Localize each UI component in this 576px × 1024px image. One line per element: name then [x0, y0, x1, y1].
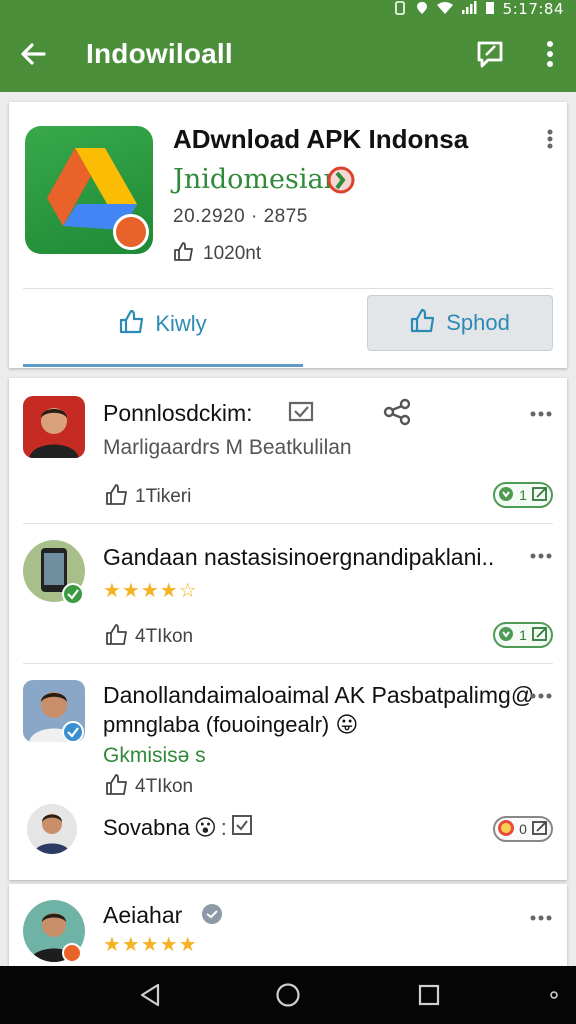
sphod-button[interactable]: Sphod: [367, 295, 553, 351]
reviewer-name: Danollandaimaloaimal AK Pasbatpalimg@: [103, 682, 535, 708]
vibrate-icon: [393, 0, 407, 18]
thumbs-up-icon: [410, 307, 436, 339]
developer-badge-icon: [325, 164, 357, 201]
sphod-button-label: Sphod: [446, 310, 510, 335]
nav-extra-icon[interactable]: [548, 982, 560, 1008]
edit-icon: [531, 485, 549, 506]
app-title: ADwnload APK Indonsa: [173, 124, 469, 154]
avatar[interactable]: [27, 804, 77, 854]
app-overflow-icon[interactable]: [545, 128, 555, 150]
app-info-card: ADwnload APK Indonsa Jnidomesian 20.2920…: [9, 102, 567, 368]
reviewer-name: Sovabna: [103, 814, 190, 840]
helpful-tag-count: 0: [519, 821, 527, 837]
chat-icon: [497, 485, 515, 506]
list-item: Ponnlosdckim: Marligaardrs M Beatkulilan…: [9, 378, 567, 523]
verified-badge-icon: [61, 720, 85, 749]
thumbs-up-icon: [105, 482, 129, 512]
thumbs-up-icon: [105, 772, 129, 802]
review-overflow-icon[interactable]: [529, 688, 553, 699]
overflow-menu-icon[interactable]: [540, 38, 560, 70]
chat-icon: [497, 625, 515, 646]
reviewer-name: Gandaan nastasisinoergnandipaklani..: [103, 544, 495, 570]
review-overflow-icon[interactable]: [529, 406, 553, 417]
nav-recents-icon[interactable]: [416, 982, 442, 1008]
thumbs-up-icon: [105, 622, 129, 652]
review-likes[interactable]: 1Tikeri: [105, 482, 191, 512]
app-developer[interactable]: Jnidomesian: [173, 164, 341, 195]
helpful-tag[interactable]: 1: [493, 622, 553, 648]
star-rating: ★★★★☆: [103, 580, 198, 602]
app-likes-count: 1020nt: [203, 243, 262, 264]
nav-back-icon[interactable]: [138, 982, 164, 1008]
reviews-list: Ponnlosdckim: Marligaardrs M Beatkulilan…: [9, 378, 567, 880]
page-title: Indowiloall: [86, 38, 233, 69]
reaction-emoji: 😮: [193, 814, 217, 840]
review-overflow-icon[interactable]: [529, 910, 553, 921]
verified-badge-icon: [61, 942, 83, 969]
list-item: Gandaan nastasisinoergnandipaklani.. ★★★…: [9, 524, 567, 662]
edit-icon: [531, 819, 549, 840]
review-text: pmnglaba (fouoingealr) 😛: [103, 712, 359, 737]
avatar[interactable]: [23, 396, 85, 458]
checkbox-icon[interactable]: [231, 814, 253, 841]
emoji-icon: [497, 819, 515, 840]
chat-bubble-icon: [199, 902, 225, 933]
helpful-tag-count: 1: [519, 627, 527, 643]
list-item: Aeiahar ★★★★★: [9, 884, 567, 974]
battery-icon: [485, 1, 495, 18]
share-icon[interactable]: [383, 398, 413, 431]
verified-badge-icon: [61, 582, 85, 611]
kiwly-button-label: Kiwly: [155, 311, 207, 336]
app-icon[interactable]: [25, 126, 153, 254]
separator-icon: :: [220, 814, 227, 840]
status-time: 5:17:84: [502, 0, 564, 18]
nav-home-icon[interactable]: [275, 982, 301, 1008]
wifi-icon: [436, 1, 453, 18]
reply-header: Sovabna 😮 :: [103, 814, 253, 841]
signal-icon: [461, 0, 477, 18]
review-likes[interactable]: 4TIkon: [105, 622, 193, 652]
app-bar: Indowiloall: [0, 18, 576, 92]
divider: [23, 288, 553, 289]
reviewer-name: Ponnlosdckim:: [103, 400, 253, 426]
review-edit-icon[interactable]: [474, 38, 506, 70]
app-meta: 20.2920 · 2875: [173, 206, 308, 227]
back-arrow-icon[interactable]: [16, 36, 52, 72]
system-nav-bar: [0, 966, 576, 1024]
tab-indicator: [23, 364, 303, 367]
review-likes-count: 4TIkon: [135, 626, 194, 647]
verified-check-icon: [287, 400, 315, 431]
location-icon: [415, 1, 429, 18]
review-likes[interactable]: 4TIkon: [105, 772, 193, 802]
reviewer-name: Aeiahar: [103, 902, 183, 928]
thumbs-up-icon: [173, 240, 195, 268]
helpful-tag[interactable]: 0: [493, 816, 553, 842]
app-likes: 1020nt: [173, 240, 261, 268]
review-text: Marligaardrs M Beatkulilan: [103, 436, 352, 459]
review-link[interactable]: Gkmisisə s: [103, 744, 206, 768]
list-item: Danollandaimaloaimal AK Pasbatpalimg@ pm…: [9, 664, 567, 874]
star-rating: ★★★★★: [103, 934, 198, 956]
review-overflow-icon[interactable]: [529, 548, 553, 559]
review-likes-count: 1Tikeri: [135, 486, 192, 507]
thumbs-up-icon: [119, 308, 145, 340]
helpful-tag-count: 1: [519, 487, 527, 503]
edit-icon: [531, 625, 549, 646]
kiwly-button[interactable]: Kiwly: [23, 294, 303, 354]
download-badge-icon: [113, 214, 149, 250]
review-likes-count: 4TIkon: [135, 776, 194, 797]
helpful-tag[interactable]: 1: [493, 482, 553, 508]
status-bar: 5:17:84: [0, 0, 576, 18]
